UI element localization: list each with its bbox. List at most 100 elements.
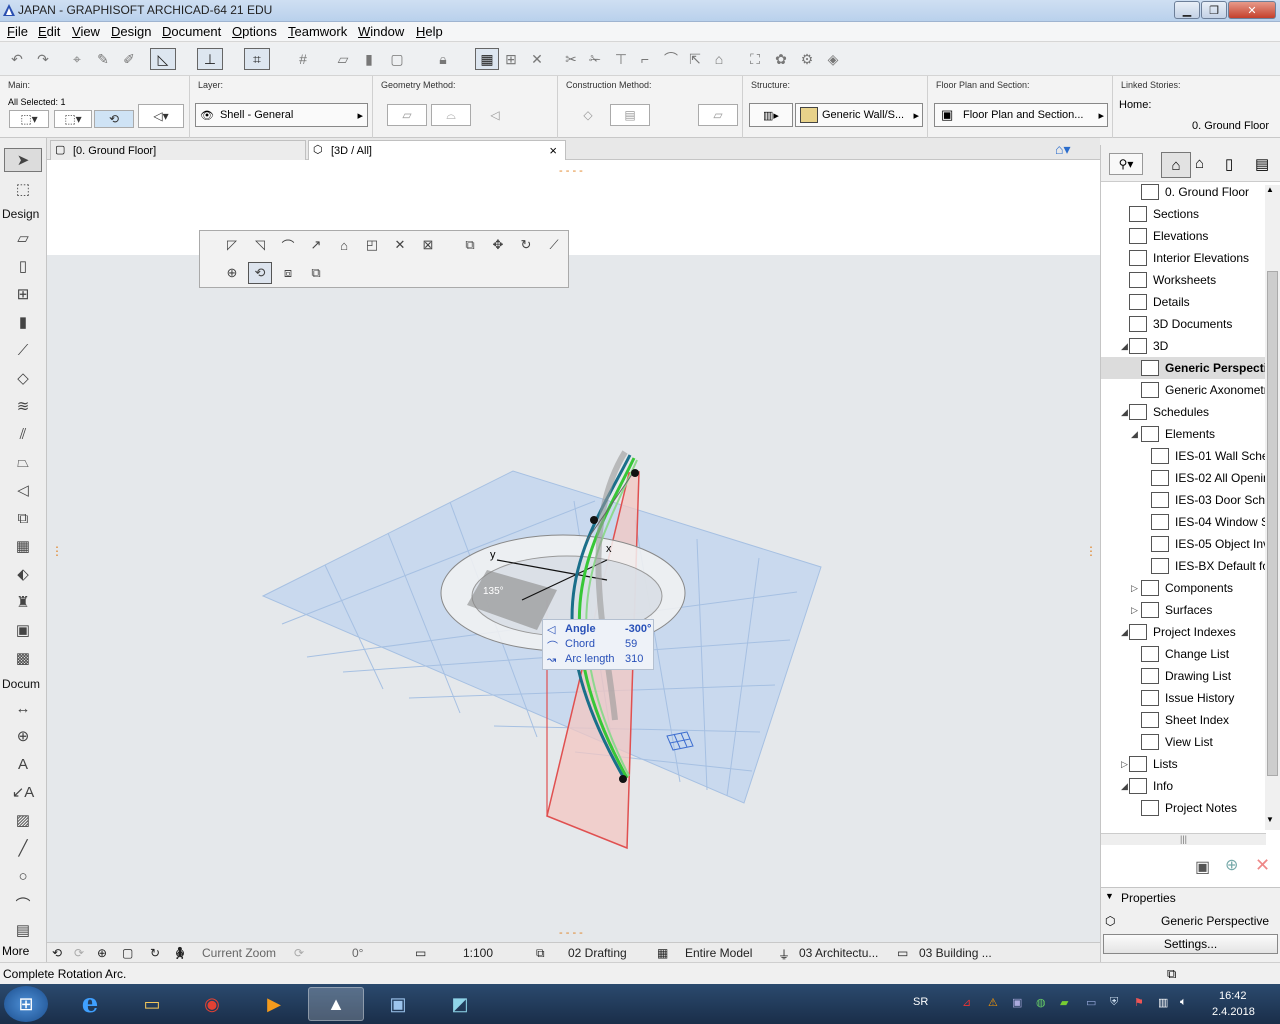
render-icon[interactable]: ✿ [770, 48, 792, 70]
adjust-icon[interactable]: ⊤ [610, 48, 632, 70]
navigator-item[interactable]: ◢ Info [1101, 775, 1266, 797]
navigator-item[interactable]: View List [1101, 731, 1266, 753]
tracker-arc-length-value[interactable]: 310 [625, 653, 643, 665]
marquee-button[interactable]: ⬚▾ [54, 110, 92, 128]
window-arrange-icon[interactable]: ⧉ [1167, 966, 1176, 982]
skylight-tool-icon[interactable]: ⧉ [10, 506, 36, 530]
tab-3d-all[interactable]: ⬡ [3D / All] × [308, 140, 566, 160]
navigator-item[interactable]: Project Notes [1101, 797, 1266, 819]
offset-icon[interactable]: ⇱ [684, 48, 706, 70]
revolved-geometry-button[interactable]: ◁ [475, 104, 515, 126]
label-tool-icon[interactable]: ↙A [10, 780, 36, 804]
navigator-scrollbar[interactable]: ▲ ▼ [1265, 185, 1280, 830]
acrobat-tray-icon[interactable]: ⊿ [962, 996, 971, 1009]
settings-button[interactable]: Settings... [1103, 934, 1278, 954]
guide-lines-icon[interactable]: ◺ [150, 48, 176, 70]
floor-plan-dropdown[interactable]: ▣ Floor Plan and Section... ▸ [934, 103, 1108, 127]
expanded-triangle-icon[interactable]: ◢ [1131, 429, 1138, 440]
add-icon[interactable]: ⊕ [220, 262, 244, 284]
nvidia-tray-icon[interactable]: ▰ [1060, 996, 1068, 1009]
right-edge-handle[interactable]: ⋮ [1085, 544, 1097, 558]
snap-guides-icon[interactable]: ⊥ [197, 48, 223, 70]
navigator-item[interactable]: Interior Elevations [1101, 247, 1266, 269]
expanded-triangle-icon[interactable]: ◢ [1121, 407, 1128, 418]
rotate-arc-icon[interactable]: ⟲ [248, 262, 272, 284]
navigator-item[interactable]: Sheet Index [1101, 709, 1266, 731]
pen-set-dropdown[interactable]: 03 Architectu... [799, 946, 878, 960]
sync-tray-icon[interactable]: ◍ [1036, 996, 1046, 1009]
object-tool-icon[interactable]: ♜ [10, 590, 36, 614]
rotate-icon[interactable]: ◹ [248, 234, 272, 256]
morph-tool-icon[interactable]: ⬖ [10, 562, 36, 586]
navigator-item[interactable]: IES-BX Default for [1101, 555, 1266, 577]
file-explorer-icon[interactable]: ▭ [124, 987, 180, 1021]
scale-dropdown[interactable]: 1:100 [463, 946, 493, 960]
roof-tool-icon[interactable]: ⏢ [10, 450, 36, 474]
tracker-chord-value[interactable]: 59 [625, 638, 637, 650]
archicad-taskbar-icon[interactable]: ▲ [308, 987, 364, 1021]
navigator-item[interactable]: ▷ Surfaces [1101, 599, 1266, 621]
scroll-thumb[interactable] [1267, 271, 1278, 776]
home-story-value[interactable]: 0. Ground Floor [1192, 120, 1269, 132]
beam-tool-icon[interactable]: ⟋ [10, 338, 36, 362]
marquee-tool-icon[interactable]: ⬚ [10, 177, 36, 201]
navigator-item[interactable]: ◢ 3D [1101, 335, 1266, 357]
start-button[interactable]: ⊞ [4, 986, 48, 1022]
navigator-item[interactable]: Issue History [1101, 687, 1266, 709]
selection-filter-button[interactable]: ⬚▾ [9, 110, 49, 128]
snap-reference-icon[interactable]: ⌗ [244, 48, 270, 70]
menu-edit[interactable]: Edit [38, 24, 60, 39]
scroll-up-icon[interactable]: ▲ [1266, 185, 1274, 194]
clone-view-icon[interactable]: ⊕ [1225, 855, 1238, 875]
polyline-tool-icon[interactable]: ⌒ [10, 892, 36, 916]
navigator-item[interactable]: IES-05 Object Inventory [1101, 533, 1266, 555]
dimension-tool-icon[interactable]: ↔ [10, 696, 36, 720]
drag-icon[interactable]: ◸ [220, 234, 244, 256]
delete-view-icon[interactable]: ✕ [1255, 855, 1270, 876]
offset-edge-icon[interactable]: ⌂ [332, 234, 356, 256]
horizontal-scrollbar[interactable]: ||| [1101, 833, 1266, 845]
security-tray-icon[interactable]: ⛨ [1110, 996, 1118, 1009]
slab-geometry-button[interactable]: ◁▾ [138, 104, 184, 128]
edge-settings-button[interactable]: ▱ [698, 104, 738, 126]
column-tool-icon[interactable]: ▮ [10, 310, 36, 334]
stretch-icon[interactable]: ⧉ [458, 234, 482, 256]
arrow-tool-icon[interactable]: ➤ [4, 148, 42, 172]
left-edge-handle[interactable]: ⋮ [51, 544, 63, 558]
window-tool-icon[interactable]: ⊞ [10, 282, 36, 306]
trace-icon[interactable]: ⊞ [500, 48, 522, 70]
navigator-item[interactable]: IES-02 All Openings [1101, 467, 1266, 489]
pick-up-icon[interactable]: ⌖ [66, 48, 88, 70]
collapsed-triangle-icon[interactable]: ▷ [1131, 605, 1138, 616]
device-tray-icon[interactable]: ▣ [1012, 996, 1022, 1009]
structure-type-dropdown[interactable]: ▥▸ [749, 103, 793, 127]
menu-options[interactable]: Options [232, 24, 277, 39]
navigator-item[interactable]: 0. Ground Floor [1101, 183, 1266, 203]
internet-explorer-icon[interactable]: e [62, 987, 118, 1021]
scroll-down-icon[interactable]: ▼ [1266, 815, 1274, 824]
navigator-item[interactable]: Change List [1101, 643, 1266, 665]
slab-tool-icon[interactable]: ◇ [10, 366, 36, 390]
navigator-item[interactable]: IES-01 Wall Schedule [1101, 445, 1266, 467]
text-tool-icon[interactable]: A [10, 752, 36, 776]
alert-tray-icon[interactable]: ⚠ [988, 996, 998, 1009]
layer-combo-dropdown[interactable]: 02 Drafting [568, 946, 627, 960]
close-tab-icon[interactable]: × [549, 143, 557, 158]
menu-window[interactable]: Window [358, 24, 404, 39]
navigator-item[interactable]: ▷ Lists [1101, 753, 1266, 775]
extruded-geometry-button[interactable]: ⌓ [431, 104, 471, 126]
menu-teamwork[interactable]: Teamwork [288, 24, 347, 39]
publisher-icon[interactable]: ▤ [1255, 155, 1269, 173]
navigator-item[interactable]: Generic Axonometry [1101, 379, 1266, 401]
move-icon[interactable]: ✥ [486, 234, 510, 256]
split-icon[interactable]: ✂ [560, 48, 582, 70]
navigator-item[interactable]: ◢ Schedules [1101, 401, 1266, 423]
navigator-item[interactable]: IES-03 Door Schedule [1101, 489, 1266, 511]
angle-tool-icon[interactable]: ⟳ [294, 946, 304, 960]
more-tools-label[interactable]: More [2, 944, 29, 958]
navigator-item[interactable]: Drawing List [1101, 665, 1266, 687]
orbit-icon[interactable]: ↻ [150, 946, 160, 960]
network-tray-icon[interactable]: ▥ [1158, 996, 1168, 1009]
tracker-arc-length-row[interactable]: ↝ Arc length 310 [547, 653, 653, 668]
arc-mid-node[interactable] [590, 516, 598, 524]
